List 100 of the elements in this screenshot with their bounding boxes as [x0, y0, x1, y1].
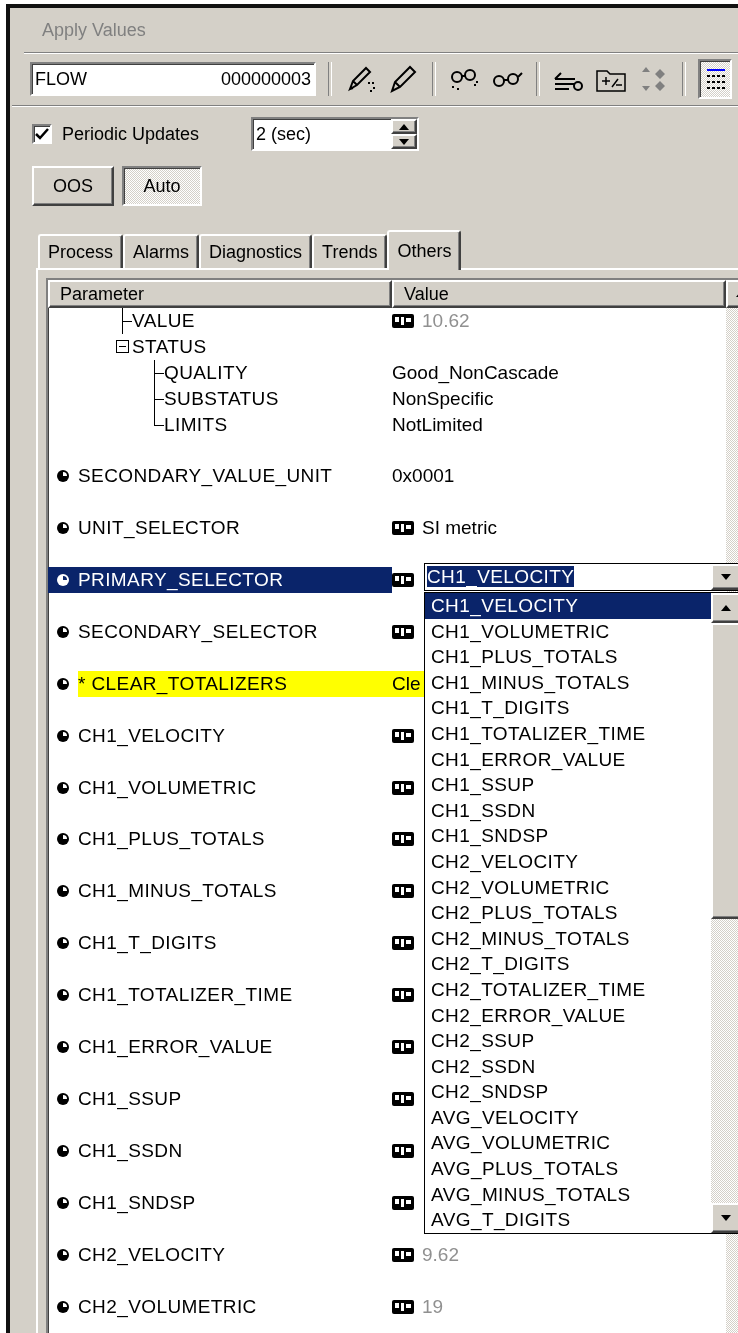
parameter-name: SECONDARY_VALUE_UNIT — [78, 463, 334, 489]
bullet-icon — [56, 1248, 70, 1263]
block-icon — [392, 1247, 414, 1264]
parameter-value: 19 — [422, 1296, 444, 1319]
tab[interactable]: Others — [387, 230, 462, 270]
block-id: 000000003 — [220, 68, 311, 90]
caret-down-icon — [721, 574, 731, 580]
parameter-name: STATUS — [132, 335, 207, 358]
caret-down-icon — [721, 1215, 731, 1221]
dropdown-option[interactable]: CH2_T_DIGITS — [425, 951, 711, 977]
dropdown-option[interactable]: CH1_ERROR_VALUE — [425, 746, 711, 773]
bullet-icon — [56, 468, 70, 483]
bullet-icon — [56, 520, 70, 535]
parameter-name: CH1_VELOCITY — [78, 723, 227, 749]
dropdown-option[interactable]: CH1_MINUS_TOTALS — [425, 669, 711, 696]
parameter-name: CH1_SSDN — [78, 1139, 184, 1164]
bullet-icon — [56, 624, 70, 639]
bullet-icon — [56, 1196, 70, 1211]
combo-field[interactable]: CH1_VELOCITY — [424, 563, 738, 591]
bullet-icon — [56, 1092, 70, 1107]
block-icon — [392, 313, 414, 329]
tab[interactable]: Diagnostics — [199, 234, 313, 268]
block-icon — [392, 1299, 414, 1316]
bullet-icon — [56, 1300, 70, 1315]
scroll-up-button[interactable] — [711, 593, 738, 623]
dropdown-option[interactable]: CH2_SNDSP — [425, 1079, 711, 1105]
dropdown-option[interactable]: AVG_VOLUMETRIC — [425, 1130, 711, 1157]
parameter-value: NotLimited — [392, 413, 483, 436]
block-icon — [392, 571, 414, 588]
dropdown-option[interactable]: CH2_TOTALIZER_TIME — [425, 976, 711, 1003]
dropdown-option[interactable]: CH1_SSDN — [425, 797, 711, 824]
spin-down-button[interactable] — [391, 134, 418, 149]
dropdown-option[interactable]: CH2_ERROR_VALUE — [425, 1002, 711, 1029]
parameter-name: QUALITY — [164, 361, 249, 384]
block-icon — [392, 727, 414, 744]
scroll-thumb[interactable] — [711, 623, 738, 919]
dropdown-option[interactable]: CH1_SSUP — [425, 772, 711, 798]
dropdown-option[interactable]: CH1_T_DIGITS — [425, 695, 711, 721]
mode-button[interactable]: Auto — [122, 166, 202, 206]
tab[interactable]: Alarms — [123, 234, 200, 268]
tag-field[interactable]: FLOW 000000003 — [30, 62, 316, 96]
dropdown-option[interactable]: CH2_SSUP — [425, 1028, 711, 1054]
parameter-value: 0x0001 — [392, 464, 455, 487]
parameter-name: CH2_VOLUMETRIC — [78, 1295, 258, 1320]
parameter-name: CH1_ERROR_VALUE — [78, 1035, 274, 1060]
checkbox[interactable] — [32, 124, 52, 144]
mode-button[interactable]: OOS — [32, 166, 114, 206]
dropdown-option[interactable]: CH2_VELOCITY — [425, 848, 711, 875]
column-header[interactable]: Value — [392, 280, 726, 308]
parameter-name: CH1_SSUP — [78, 1087, 183, 1112]
block-icon — [392, 987, 414, 1004]
dropdown-option[interactable]: CH1_SNDSP — [425, 823, 711, 849]
checkbox-label: Periodic Updates — [62, 123, 200, 145]
parameter-name: SECONDARY_SELECTOR — [78, 619, 319, 645]
block-icon — [392, 1195, 414, 1212]
column-header[interactable]: Parameter — [48, 280, 392, 308]
dropdown-option[interactable]: CH1_VELOCITY — [425, 593, 711, 619]
block-icon — [392, 935, 414, 952]
block-icon — [392, 831, 414, 848]
block-icon — [392, 1039, 414, 1056]
block-icon — [392, 779, 414, 796]
parameter-name: UNIT_SELECTOR — [78, 515, 242, 541]
collapse-toggle[interactable] — [116, 340, 129, 354]
bullet-icon — [56, 1144, 70, 1159]
tab[interactable]: Trends — [312, 234, 388, 268]
dropdown-option[interactable]: AVG_VELOCITY — [425, 1104, 711, 1131]
parameter-name: CH1_VOLUMETRIC — [78, 775, 258, 801]
parameter-name: VALUE — [132, 310, 195, 332]
scroll-down-button[interactable] — [711, 1203, 738, 1233]
dropdown-option[interactable]: CH2_VOLUMETRIC — [425, 874, 711, 901]
dropdown-option[interactable]: CH1_PLUS_TOTALS — [425, 644, 711, 670]
dropdown-option[interactable]: CH2_SSDN — [425, 1053, 711, 1080]
dropdown-option[interactable]: CH2_MINUS_TOTALS — [425, 925, 711, 952]
parameter-value: SI metric — [422, 516, 497, 539]
caret-up-icon — [399, 123, 410, 130]
block-icon — [392, 1091, 414, 1108]
spin-up-button[interactable] — [391, 119, 418, 134]
parameter-value: Cle — [392, 672, 421, 695]
list-view-button[interactable] — [698, 59, 732, 99]
selection-bar[interactable]: PRIMARY_SELECTOR — [48, 566, 392, 593]
bullet-icon — [56, 936, 70, 951]
parameter-name: * CLEAR_TOTALIZERS — [78, 670, 392, 697]
dropdown-option[interactable]: AVG_PLUS_TOTALS — [425, 1156, 711, 1182]
tab[interactable]: Process — [38, 234, 124, 268]
parameter-name: PRIMARY_SELECTOR — [78, 567, 285, 593]
block-icon — [392, 519, 414, 536]
dropdown-option[interactable]: CH1_VOLUMETRIC — [425, 618, 711, 645]
bullet-icon — [56, 676, 70, 691]
interval-spinbox[interactable]: 2 (sec) — [251, 117, 420, 151]
check-icon — [35, 128, 49, 140]
parameter-name: CH1_MINUS_TOTALS — [78, 879, 278, 904]
dropdown-option[interactable]: AVG_MINUS_TOTALS — [425, 1181, 711, 1208]
dropdown-button[interactable] — [711, 564, 738, 590]
bullet-icon — [56, 988, 70, 1003]
parameter-value: Good_NonCascade — [392, 361, 559, 384]
dropdown-option[interactable]: AVG_T_DIGITS — [425, 1207, 711, 1233]
dropdown-option[interactable]: CH2_PLUS_TOTALS — [425, 900, 711, 926]
bullet-icon — [56, 572, 70, 587]
parameter-name: CH1_TOTALIZER_TIME — [78, 983, 294, 1008]
dropdown-option[interactable]: CH1_TOTALIZER_TIME — [425, 720, 711, 747]
